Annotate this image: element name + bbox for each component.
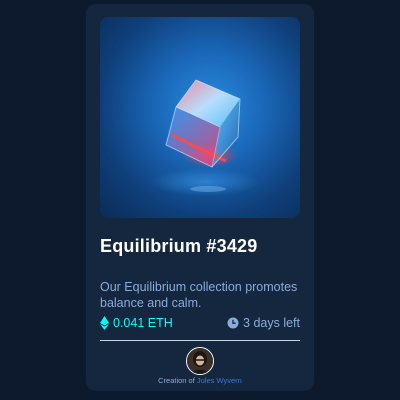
nft-card: Equilibrium #3429 Our Equilibrium collec… (86, 4, 314, 391)
creator-avatar[interactable] (186, 347, 214, 375)
price-value: 0.041 ETH (113, 316, 173, 330)
price-info: 0.041 ETH (100, 316, 173, 330)
nft-title[interactable]: Equilibrium #3429 (100, 236, 257, 257)
nft-description: Our Equilibrium collection promotes bala… (100, 280, 298, 310)
clock-icon (227, 317, 239, 329)
nft-meta-row: 0.041 ETH 3 days left (100, 316, 300, 334)
creator-prefix: Creation of (158, 376, 195, 385)
cube-artwork (150, 79, 260, 196)
time-info: 3 days left (227, 316, 300, 330)
ethereum-icon (100, 316, 109, 330)
time-left-value: 3 days left (243, 316, 300, 330)
creator-line: Creation of Jules Wyvern (86, 376, 314, 385)
nft-image[interactable] (100, 17, 300, 218)
divider (100, 340, 300, 341)
creator-name-link[interactable]: Jules Wyvern (197, 376, 242, 385)
